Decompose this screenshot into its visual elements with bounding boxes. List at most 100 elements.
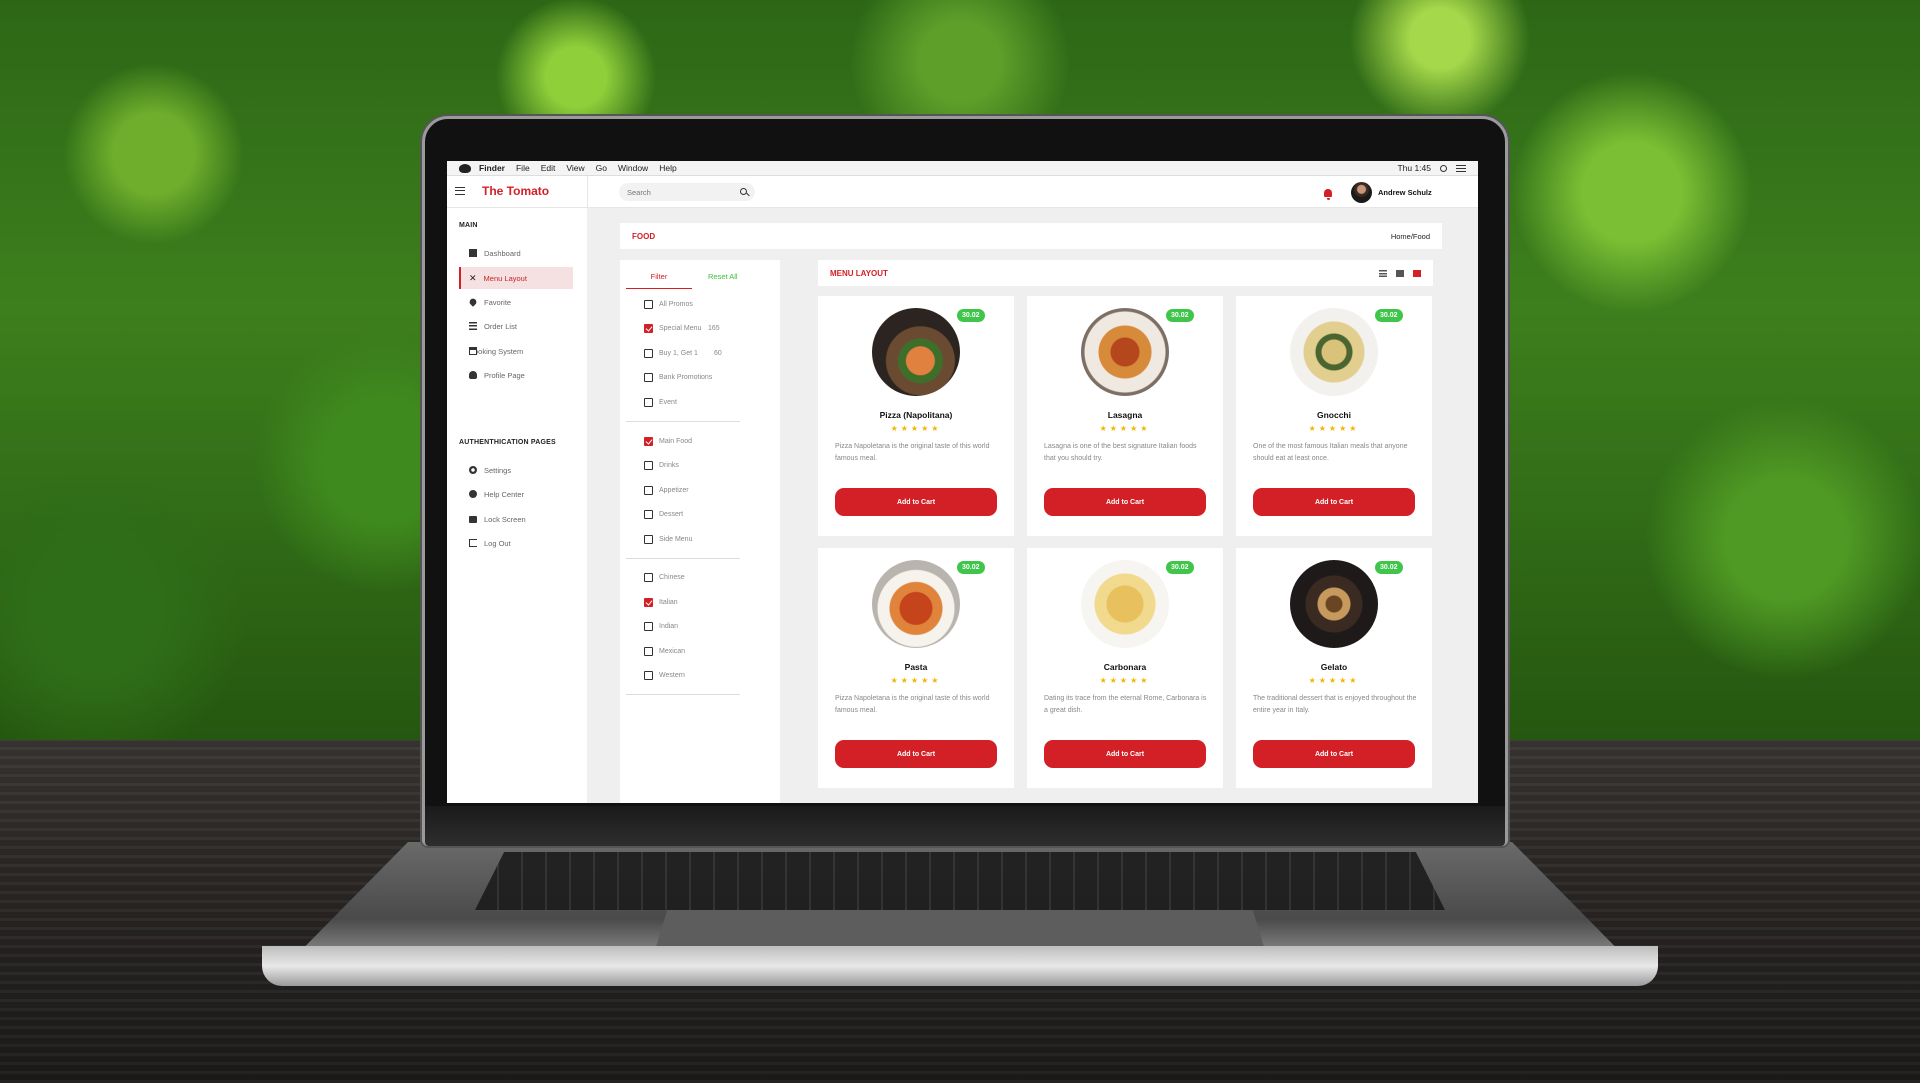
add-to-cart-button[interactable]: Add to Cart <box>1044 488 1206 516</box>
brand-logo[interactable]: The Tomato <box>482 184 549 198</box>
grid-view-icon[interactable] <box>1413 269 1421 277</box>
filter-option-italian[interactable]: Italian <box>644 598 678 607</box>
user-avatar[interactable] <box>1351 182 1372 203</box>
dish-name[interactable]: Lasagna <box>1027 410 1223 420</box>
checkbox-checked[interactable] <box>644 598 653 607</box>
notification-center-icon[interactable] <box>1456 164 1466 172</box>
search-input[interactable] <box>619 183 755 201</box>
menubar-go[interactable]: Go <box>596 163 607 173</box>
filter-panel: Filter Reset All All Promos Special Menu… <box>620 260 780 803</box>
menubar-view[interactable]: View <box>566 163 584 173</box>
bell-icon[interactable] <box>1324 189 1332 200</box>
sidebar-item-lock-screen[interactable]: Lock Screen <box>459 508 573 530</box>
checkbox[interactable] <box>644 671 653 680</box>
sidebar-heading-main: MAIN <box>459 222 478 229</box>
checkbox[interactable] <box>644 535 653 544</box>
filter-option-bank-promotions[interactable]: Bank Promotions <box>644 373 712 382</box>
menubar-window[interactable]: Window <box>618 163 648 173</box>
sidebar-item-help-center[interactable]: Help Center <box>459 483 573 505</box>
sidebar-item-booking-system[interactable]: Booking System <box>459 340 573 362</box>
tab-filter[interactable]: Filter <box>626 272 692 289</box>
filter-option-drinks[interactable]: Drinks <box>644 461 679 470</box>
filter-option-chinese[interactable]: Chinese <box>644 573 685 582</box>
filter-option-indian[interactable]: Indian <box>644 622 678 631</box>
filter-option-buy-1-get-1[interactable]: Buy 1, Get 1 <box>644 349 698 358</box>
sidebar-item-label: Booking System <box>469 346 524 356</box>
add-to-cart-button[interactable]: Add to Cart <box>1253 740 1415 768</box>
add-to-cart-button[interactable]: Add to Cart <box>1253 488 1415 516</box>
filter-option-mexican[interactable]: Mexican <box>644 647 685 656</box>
checkbox[interactable] <box>644 300 653 309</box>
dish-image[interactable] <box>872 560 960 648</box>
checkbox[interactable] <box>644 373 653 382</box>
filter-option-side-menu[interactable]: Side Menu <box>644 535 692 544</box>
filter-option-all-promos[interactable]: All Promos <box>644 300 693 309</box>
dish-name[interactable]: Carbonara <box>1027 662 1223 672</box>
dish-image[interactable] <box>1290 308 1378 396</box>
reset-all-button[interactable]: Reset All <box>708 272 738 281</box>
checkbox-checked[interactable] <box>644 324 653 333</box>
filter-option-dessert[interactable]: Dessert <box>644 510 683 519</box>
sidebar-item-label: Lock Screen <box>484 514 526 524</box>
compact-list-view-icon[interactable] <box>1396 269 1404 277</box>
search-icon[interactable] <box>740 188 747 195</box>
sidebar-item-profile-page[interactable]: Profile Page <box>459 364 573 386</box>
checkbox[interactable] <box>644 461 653 470</box>
apple-icon[interactable] <box>459 163 471 173</box>
filter-divider <box>626 694 740 695</box>
filter-option-label: Appetizer <box>659 487 689 494</box>
sidebar-item-favorite[interactable]: Favorite <box>459 291 573 313</box>
sidebar-item-menu-layout[interactable]: ✕ Menu Layout <box>459 267 573 289</box>
sidebar-item-label: Dashboard <box>484 248 521 258</box>
checkbox[interactable] <box>644 622 653 631</box>
dish-image[interactable] <box>1081 308 1169 396</box>
checkbox[interactable] <box>644 510 653 519</box>
dish-name[interactable]: Gnocchi <box>1236 410 1432 420</box>
checkbox[interactable] <box>644 398 653 407</box>
filter-option-appetizer[interactable]: Appetizer <box>644 486 689 495</box>
food-card-pasta: 30.02 Pasta ★★★★★ Pizza Napoletana is th… <box>818 548 1014 788</box>
filter-option-label: All Promos <box>659 301 693 308</box>
add-to-cart-button[interactable]: Add to Cart <box>1044 740 1206 768</box>
filter-option-event[interactable]: Event <box>644 398 677 407</box>
menubar-clock[interactable]: Thu 1:45 <box>1397 163 1431 173</box>
sidebar-item-order-list[interactable]: Order List <box>459 315 573 337</box>
filter-option-label: Dessert <box>659 511 684 518</box>
sidebar-item-label: Favorite <box>484 297 512 307</box>
menubar-help[interactable]: Help <box>659 163 676 173</box>
dish-image[interactable] <box>1081 560 1169 648</box>
list-view-icon[interactable] <box>1379 269 1387 277</box>
sidebar-item-dashboard[interactable]: Dashboard <box>459 242 573 264</box>
sidebar-item-settings[interactable]: Settings <box>459 459 573 481</box>
person-icon <box>469 371 477 379</box>
dish-image[interactable] <box>872 308 960 396</box>
checkbox[interactable] <box>644 486 653 495</box>
filter-option-western[interactable]: Western <box>644 671 685 680</box>
checkbox-checked[interactable] <box>644 437 653 446</box>
dish-name[interactable]: Pasta <box>818 662 1014 672</box>
dish-image[interactable] <box>1290 560 1378 648</box>
filter-option-special-menu[interactable]: Special Menu <box>644 324 701 333</box>
add-to-cart-button[interactable]: Add to Cart <box>835 488 997 516</box>
utensils-icon: ✕ <box>469 273 477 283</box>
menubar-app-name[interactable]: Finder <box>479 163 505 173</box>
menubar-file[interactable]: File <box>516 163 530 173</box>
hamburger-menu-icon[interactable] <box>455 187 465 195</box>
laptop-front-edge <box>262 946 1658 986</box>
user-name[interactable]: Andrew Schulz <box>1378 188 1432 197</box>
sidebar-item-log-out[interactable]: Log Out <box>459 532 573 554</box>
filter-option-main-food[interactable]: Main Food <box>644 437 692 446</box>
star-rating: ★★★★★ <box>1099 676 1151 685</box>
spotlight-icon[interactable] <box>1440 164 1447 172</box>
star-rating: ★★★★★ <box>890 424 942 433</box>
menubar-edit[interactable]: Edit <box>541 163 556 173</box>
checkbox[interactable] <box>644 349 653 358</box>
dish-name[interactable]: Pizza (Napolitana) <box>818 410 1014 420</box>
checkbox[interactable] <box>644 647 653 656</box>
dish-name[interactable]: Gelato <box>1236 662 1432 672</box>
filter-option-label: Main Food <box>659 438 693 445</box>
add-to-cart-button[interactable]: Add to Cart <box>835 740 997 768</box>
breadcrumb[interactable]: Home/Food <box>1391 232 1430 241</box>
checkbox[interactable] <box>644 573 653 582</box>
dish-description: Pizza Napoletana is the original taste o… <box>835 695 990 714</box>
